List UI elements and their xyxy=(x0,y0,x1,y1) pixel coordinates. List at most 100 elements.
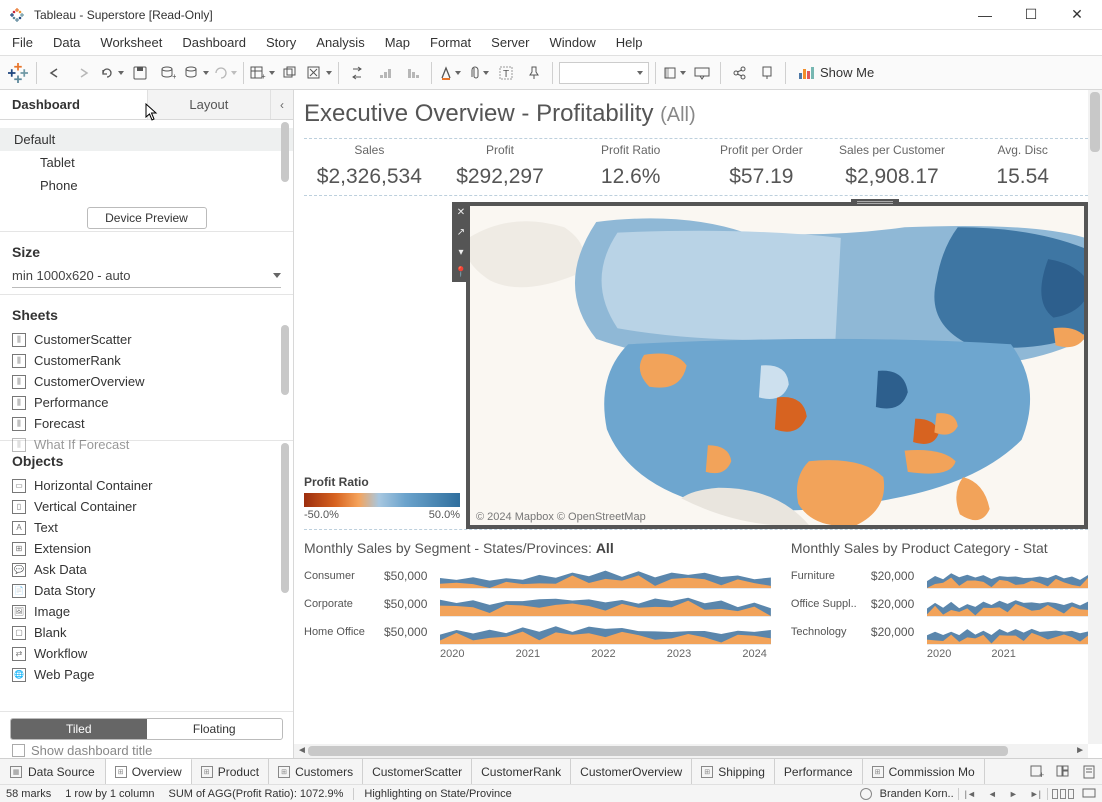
sheet-item[interactable]: ⫼CustomerScatter xyxy=(0,329,293,350)
object-item[interactable]: 💬Ask Data xyxy=(0,559,293,580)
sheets-scrollbar[interactable] xyxy=(281,325,289,395)
object-item[interactable]: 📄Data Story xyxy=(0,580,293,601)
series-row[interactable]: Home Office$50,000 xyxy=(304,618,771,646)
guide-button[interactable] xyxy=(753,59,781,87)
object-item[interactable]: ▯Vertical Container xyxy=(0,496,293,517)
share-button[interactable] xyxy=(725,59,753,87)
device-default[interactable]: Default xyxy=(0,128,293,151)
tableau-home-icon[interactable] xyxy=(4,59,32,87)
menu-map[interactable]: Map xyxy=(375,31,420,54)
nav-prev-icon[interactable]: ◄ xyxy=(986,789,999,799)
sheet-item[interactable]: ⫼Performance xyxy=(0,392,293,413)
menu-file[interactable]: File xyxy=(2,31,43,54)
category-chart[interactable]: Monthly Sales by Product Category - Stat… xyxy=(791,540,1088,682)
sort-desc-button[interactable] xyxy=(399,59,427,87)
swap-button[interactable] xyxy=(343,59,371,87)
tab-layout[interactable]: Layout xyxy=(148,90,271,119)
window-maximize-button[interactable]: ☐ xyxy=(1008,1,1054,29)
object-item[interactable]: ▢Blank xyxy=(0,622,293,643)
sheet-tab[interactable]: Performance xyxy=(775,759,863,784)
series-row[interactable]: Corporate$50,000 xyxy=(304,590,771,618)
sort-asc-button[interactable] xyxy=(371,59,399,87)
filmstrip-icon[interactable] xyxy=(1052,789,1074,799)
window-close-button[interactable]: ✕ xyxy=(1054,1,1100,29)
series-row[interactable]: Technology$20,000 xyxy=(791,618,1088,646)
sheet-tab[interactable]: ⊞Commission Mo xyxy=(863,759,985,784)
new-dashboard-button[interactable] xyxy=(1050,760,1076,784)
sheet-tab[interactable]: CustomerOverview xyxy=(571,759,692,784)
clear-button[interactable] xyxy=(305,59,334,87)
map-close-icon[interactable]: ✕ xyxy=(452,202,470,222)
highlight-button[interactable] xyxy=(436,59,464,87)
floating-option[interactable]: Floating xyxy=(147,719,283,739)
search-field[interactable] xyxy=(559,62,649,84)
sheet-tab[interactable]: ⊞Shipping xyxy=(692,759,775,784)
object-item[interactable]: AText xyxy=(0,517,293,538)
text-label-button[interactable]: T xyxy=(492,59,520,87)
tiled-floating-toggle[interactable]: Tiled Floating xyxy=(10,718,283,740)
data-source-tab[interactable]: ▦ Data Source xyxy=(0,759,106,784)
menu-data[interactable]: Data xyxy=(43,31,90,54)
menu-dashboard[interactable]: Dashboard xyxy=(172,31,256,54)
attach-button[interactable] xyxy=(464,59,492,87)
sheet-item[interactable]: ⫼CustomerRank xyxy=(0,350,293,371)
objects-scrollbar[interactable] xyxy=(281,443,289,593)
slideshow-icon[interactable] xyxy=(1082,788,1096,800)
map-filter-icon[interactable]: ▾ xyxy=(452,242,470,262)
tab-dashboard[interactable]: Dashboard xyxy=(0,90,148,119)
map-open-icon[interactable]: ↗ xyxy=(452,222,470,242)
redo-button[interactable] xyxy=(69,59,97,87)
device-phone[interactable]: Phone xyxy=(0,174,293,197)
series-row[interactable]: Furniture$20,000 xyxy=(791,562,1088,590)
canvas-horizontal-scrollbar[interactable]: ◄ ► xyxy=(294,744,1088,758)
pause-auto-button[interactable] xyxy=(182,59,211,87)
window-minimize-button[interactable]: ― xyxy=(962,1,1008,29)
status-user[interactable]: Branden Korn.. xyxy=(880,788,954,800)
menu-server[interactable]: Server xyxy=(481,31,539,54)
kpi-card[interactable]: Avg. Disc15.54 xyxy=(957,139,1088,195)
map-drag-handle[interactable] xyxy=(851,199,899,206)
map-view[interactable]: ✕ ↗ ▾ 📍 xyxy=(466,202,1088,529)
undo-button[interactable] xyxy=(41,59,69,87)
object-item[interactable]: ▭Horizontal Container xyxy=(0,475,293,496)
refresh-button[interactable] xyxy=(211,59,239,87)
menu-help[interactable]: Help xyxy=(606,31,653,54)
menu-analysis[interactable]: Analysis xyxy=(306,31,374,54)
segment-chart[interactable]: Monthly Sales by Segment - States/Provin… xyxy=(304,540,771,682)
object-item[interactable]: 🖼Image xyxy=(0,601,293,622)
sheet-tab[interactable]: ⊞Product xyxy=(192,759,269,784)
kpi-card[interactable]: Sales per Customer$2,908.17 xyxy=(827,139,958,195)
device-tablet[interactable]: Tablet xyxy=(0,151,293,174)
object-item[interactable]: ⊞Extension xyxy=(0,538,293,559)
fit-button[interactable] xyxy=(660,59,688,87)
show-me-button[interactable]: Show Me xyxy=(790,65,882,80)
sheet-item[interactable]: ⫼Forecast xyxy=(0,413,293,434)
menu-window[interactable]: Window xyxy=(539,31,605,54)
series-row[interactable]: Office Suppl..$20,000 xyxy=(791,590,1088,618)
object-item[interactable]: ⇄Workflow xyxy=(0,643,293,664)
kpi-card[interactable]: Profit$292,297 xyxy=(435,139,566,195)
new-story-button[interactable] xyxy=(1076,760,1102,784)
tiled-option[interactable]: Tiled xyxy=(11,719,147,739)
size-dropdown[interactable]: min 1000x620 - auto xyxy=(12,264,281,288)
collapse-panel-button[interactable]: ‹ xyxy=(271,90,293,119)
menu-worksheet[interactable]: Worksheet xyxy=(90,31,172,54)
object-item[interactable]: 🌐Web Page xyxy=(0,664,293,685)
sheet-tab[interactable]: ⊞Overview xyxy=(106,759,192,784)
device-preview-button[interactable]: Device Preview xyxy=(87,207,207,229)
sheet-tab[interactable]: ⊞Customers xyxy=(269,759,363,784)
kpi-card[interactable]: Profit per Order$57.19 xyxy=(696,139,827,195)
devices-scrollbar[interactable] xyxy=(281,122,289,182)
presentation-button[interactable] xyxy=(688,59,716,87)
kpi-card[interactable]: Profit Ratio12.6% xyxy=(565,139,696,195)
show-title-checkbox[interactable]: Show dashboard title xyxy=(0,742,293,758)
kpi-card[interactable]: Sales$2,326,534 xyxy=(304,139,435,195)
new-worksheet-button[interactable]: + xyxy=(248,59,277,87)
canvas-vertical-scrollbar[interactable] xyxy=(1088,90,1102,744)
new-data-source-button[interactable]: + xyxy=(154,59,182,87)
sheet-tab[interactable]: CustomerRank xyxy=(472,759,571,784)
save-button[interactable] xyxy=(126,59,154,87)
sheet-item[interactable]: ⫼CustomerOverview xyxy=(0,371,293,392)
dashboard-title[interactable]: Executive Overview - Profitability (All) xyxy=(304,98,1088,134)
nav-next-icon[interactable]: ► xyxy=(1007,789,1020,799)
